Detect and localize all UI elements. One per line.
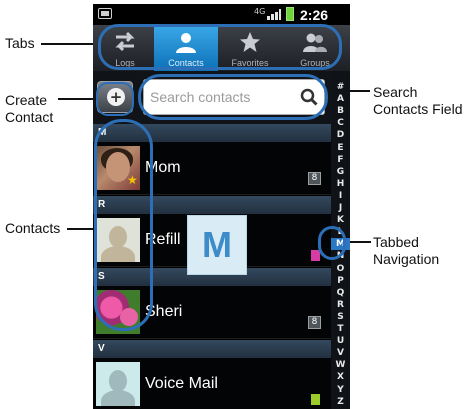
callout-tabs-line (41, 43, 101, 45)
sim-icon (311, 394, 320, 405)
callout-create-contact: Create Contact (5, 92, 53, 126)
index-letter[interactable]: N (331, 250, 350, 262)
index-letter[interactable]: W (331, 359, 350, 371)
index-letter[interactable]: H (331, 178, 350, 190)
callout-create-contact-line2: Contact (5, 109, 54, 125)
battery-icon (286, 7, 294, 21)
index-letter[interactable]: U (331, 335, 350, 347)
index-letter[interactable]: P (331, 275, 350, 287)
contact-name: Refill (145, 231, 181, 248)
index-letter[interactable]: V (331, 347, 350, 359)
contact-name: Mom (145, 159, 181, 176)
callout-search-field: Search Contacts Field (373, 84, 462, 118)
tab-groups-label: Groups (300, 58, 330, 68)
account-badge-icon: 8 (308, 172, 321, 185)
contact-row-mom[interactable]: ★ Mom 8 (93, 142, 331, 195)
callout-contacts-line (67, 228, 94, 230)
contact-name: Voice Mail (145, 375, 218, 392)
callout-contacts: Contacts (5, 220, 61, 236)
index-letter[interactable]: L (331, 226, 350, 238)
index-letter[interactable]: K (331, 214, 350, 226)
tab-logs[interactable]: Logs (93, 25, 157, 71)
index-letter[interactable]: S (331, 311, 350, 323)
index-letter-popup: M (187, 215, 247, 275)
index-letter[interactable]: E (331, 142, 350, 154)
create-contact-button[interactable]: + (97, 81, 133, 113)
status-bar: 4G 2:26 PM (93, 4, 350, 39)
search-input[interactable] (150, 87, 290, 107)
contacts-person-icon (176, 33, 196, 53)
index-letter[interactable]: T (331, 323, 350, 335)
favorites-star-icon (240, 32, 260, 52)
flower-photo-avatar (96, 290, 140, 334)
default-person-icon (96, 362, 140, 406)
default-person-icon (96, 218, 140, 262)
index-letter[interactable]: I (331, 190, 350, 202)
tab-contacts-label: Contacts (168, 58, 204, 68)
callout-search-line2: Contacts Field (373, 101, 463, 117)
callout-tabs: Tabs (5, 35, 35, 51)
index-letter[interactable]: O (331, 263, 350, 275)
tab-groups[interactable]: Groups (283, 25, 350, 71)
section-header-r: R (93, 196, 331, 214)
section-header-m: M (93, 124, 331, 142)
callout-create-contact-line1: Create (5, 92, 48, 108)
callout-tabbed-line1: Tabbed (373, 234, 419, 250)
tab-favorites[interactable]: Favorites (218, 25, 282, 71)
add-contact-icon: + (107, 88, 125, 106)
index-letter[interactable]: # (331, 81, 350, 93)
callout-tabbed-line2: Navigation (373, 251, 440, 267)
index-letter[interactable]: Q (331, 287, 350, 299)
notification-icon (98, 8, 112, 19)
index-letter[interactable]: Y (331, 384, 350, 396)
contact-name: Sheri (145, 303, 183, 320)
index-letter[interactable]: D (331, 129, 350, 141)
phone-screen: 4G 2:26 PM Logs Contacts (93, 4, 350, 409)
contact-row-sheri[interactable]: Sheri 8 (93, 286, 331, 339)
contact-row-voice-mail[interactable]: Voice Mail (93, 358, 331, 409)
index-letter[interactable]: C (331, 117, 350, 129)
search-contacts-field[interactable] (143, 79, 325, 115)
index-letter[interactable]: G (331, 166, 350, 178)
tab-logs-label: Logs (115, 58, 135, 68)
account-badge-icon: 8 (308, 316, 321, 329)
index-letter[interactable]: Z (331, 396, 350, 408)
section-header-v: V (93, 340, 331, 358)
tab-contacts[interactable]: Contacts (154, 25, 218, 71)
favorite-star-icon: ★ (127, 173, 138, 187)
callout-tabbed-navigation: Tabbed Navigation (373, 234, 439, 268)
alphabet-index-bar[interactable]: # A B C D E F G H I J K L M N O P Q R S T U V W X Y Z (331, 71, 350, 409)
index-letter[interactable]: A (331, 93, 350, 105)
index-letter[interactable]: X (331, 371, 350, 383)
tab-bar: Logs Contacts Favorites Groups (93, 25, 350, 71)
signal-icon (267, 9, 281, 20)
search-row: + (93, 71, 331, 124)
tab-favorites-label: Favorites (231, 58, 269, 68)
index-letter[interactable]: R (331, 299, 350, 311)
index-letter[interactable]: F (331, 154, 350, 166)
index-letter[interactable]: B (331, 105, 350, 117)
groups-people-icon (303, 33, 327, 52)
logs-arrows-icon (115, 31, 135, 52)
network-type: 4G (254, 7, 266, 16)
sim-icon (311, 250, 320, 261)
callout-create-contact-line (58, 98, 96, 100)
callout-search-line1: Search (373, 84, 418, 100)
index-letter[interactable]: J (331, 202, 350, 214)
index-letter[interactable]: M (331, 238, 350, 251)
search-icon[interactable] (300, 88, 318, 106)
